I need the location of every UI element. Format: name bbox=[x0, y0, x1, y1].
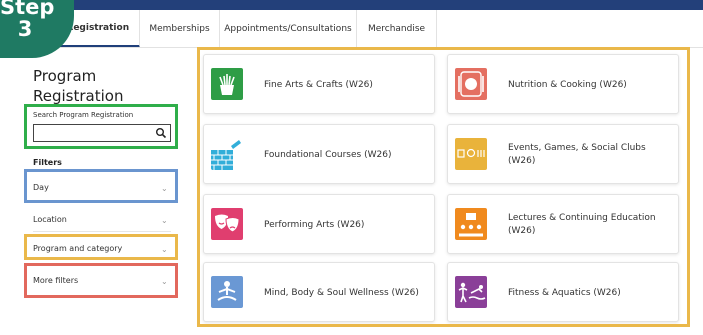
tab-label: Memberships bbox=[149, 24, 210, 34]
page-title: Program Registration bbox=[33, 67, 124, 105]
filter-location[interactable]: Location ⌄ bbox=[33, 212, 171, 230]
filters-heading: Filters bbox=[33, 158, 62, 167]
tab-memberships[interactable]: Memberships bbox=[140, 10, 220, 48]
divider bbox=[33, 231, 171, 232]
top-nav-bar bbox=[0, 0, 703, 10]
step-badge: Step 3 bbox=[0, 0, 74, 58]
highlight-program-category-filter bbox=[24, 234, 178, 260]
highlight-more-filters bbox=[24, 263, 178, 298]
tab-appointments[interactable]: Appointments/Consultations bbox=[220, 10, 357, 48]
filter-label: Location bbox=[33, 215, 67, 224]
highlight-search bbox=[24, 104, 178, 149]
tab-bar: m Registration Memberships Appointments/… bbox=[0, 10, 703, 48]
tab-label: Appointments/Consultations bbox=[224, 24, 352, 34]
tab-merchandise[interactable]: Merchandise bbox=[357, 10, 437, 48]
chevron-down-icon: ⌄ bbox=[161, 216, 168, 225]
highlight-day-filter bbox=[24, 169, 178, 203]
step-badge-label: Step bbox=[0, 0, 55, 19]
step-badge-number: 3 bbox=[17, 17, 33, 41]
tab-label: Merchandise bbox=[367, 24, 426, 34]
highlight-category-grid bbox=[197, 47, 690, 327]
